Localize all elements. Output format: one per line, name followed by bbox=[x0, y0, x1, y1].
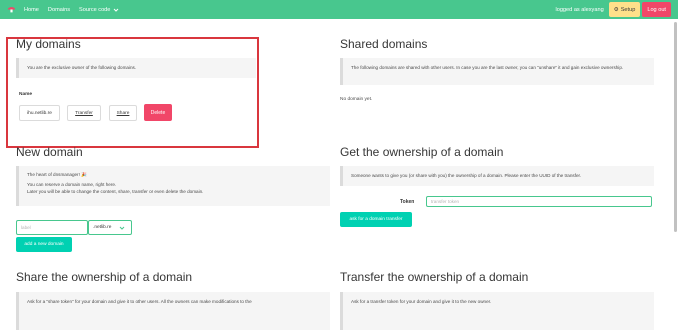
new-domain-line2: You can reserve a domain name, right her… bbox=[27, 182, 117, 187]
transfer-ownership-notice: Ask for a transfer token for your domain… bbox=[340, 292, 654, 330]
ask-transfer-button[interactable]: ask for a domain transfer bbox=[340, 212, 412, 227]
gear-icon: ⚙ bbox=[613, 6, 619, 13]
setup-button[interactable]: ⚙ Setup bbox=[608, 2, 641, 17]
mushroom-icon[interactable] bbox=[3, 0, 19, 19]
shared-domains-notice: The following domains are shared with ot… bbox=[340, 58, 654, 85]
get-ownership-title: Get the ownership of a domain bbox=[340, 145, 504, 159]
nav-source-code-menu[interactable]: Source code bbox=[79, 7, 119, 13]
chevron-down-icon bbox=[119, 226, 125, 230]
nav-domains-link[interactable]: Domains bbox=[48, 7, 70, 13]
share-ownership-notice: Ask for a "share token" for your domain … bbox=[16, 292, 330, 330]
shared-domains-section: Shared domains bbox=[340, 37, 427, 51]
tld-select[interactable]: .netlib.re bbox=[88, 220, 132, 235]
transfer-ownership-section: Transfer the ownership of a domain bbox=[340, 270, 528, 284]
get-ownership-notice: Someone wants to give you (or share with… bbox=[340, 166, 654, 186]
new-domain-title: New domain bbox=[16, 145, 83, 159]
add-domain-button[interactable]: add a new domain bbox=[16, 237, 72, 252]
token-input[interactable]: transfer token bbox=[426, 196, 652, 207]
tld-selected-value: .netlib.re bbox=[93, 225, 112, 230]
domain-label-input[interactable]: label bbox=[16, 220, 88, 235]
logged-in-status: logged as alexyang bbox=[555, 6, 604, 13]
logout-button[interactable]: Log out bbox=[642, 2, 671, 17]
chevron-down-icon bbox=[114, 8, 119, 12]
share-ownership-title: Share the ownership of a domain bbox=[16, 270, 193, 284]
navbar: Home Domains Source code logged as alexy… bbox=[0, 0, 678, 19]
transfer-ownership-title: Transfer the ownership of a domain bbox=[340, 270, 529, 284]
shared-domains-title: Shared domains bbox=[340, 37, 428, 51]
new-domain-notice: The heart of dnsmanager! 🎉 You can reser… bbox=[16, 166, 330, 206]
new-domain-line1: The heart of dnsmanager! 🎉 bbox=[27, 172, 87, 177]
highlight-box bbox=[6, 37, 259, 148]
no-domain-text: No domain yet. bbox=[340, 97, 373, 102]
page-scrollbar[interactable] bbox=[674, 22, 677, 232]
new-domain-line3: Later you will be able to change the con… bbox=[27, 189, 204, 194]
setup-label: Setup bbox=[620, 6, 636, 13]
get-ownership-section: Get the ownership of a domain bbox=[340, 145, 503, 159]
nav-source-code-label: Source code bbox=[79, 6, 111, 13]
token-label: Token bbox=[400, 199, 415, 205]
share-ownership-section: Share the ownership of a domain bbox=[16, 270, 192, 284]
nav-right: logged as alexyang ⚙ Setup Log out bbox=[555, 0, 678, 19]
new-domain-section: New domain bbox=[16, 145, 83, 159]
nav-home-link[interactable]: Home bbox=[24, 7, 39, 13]
